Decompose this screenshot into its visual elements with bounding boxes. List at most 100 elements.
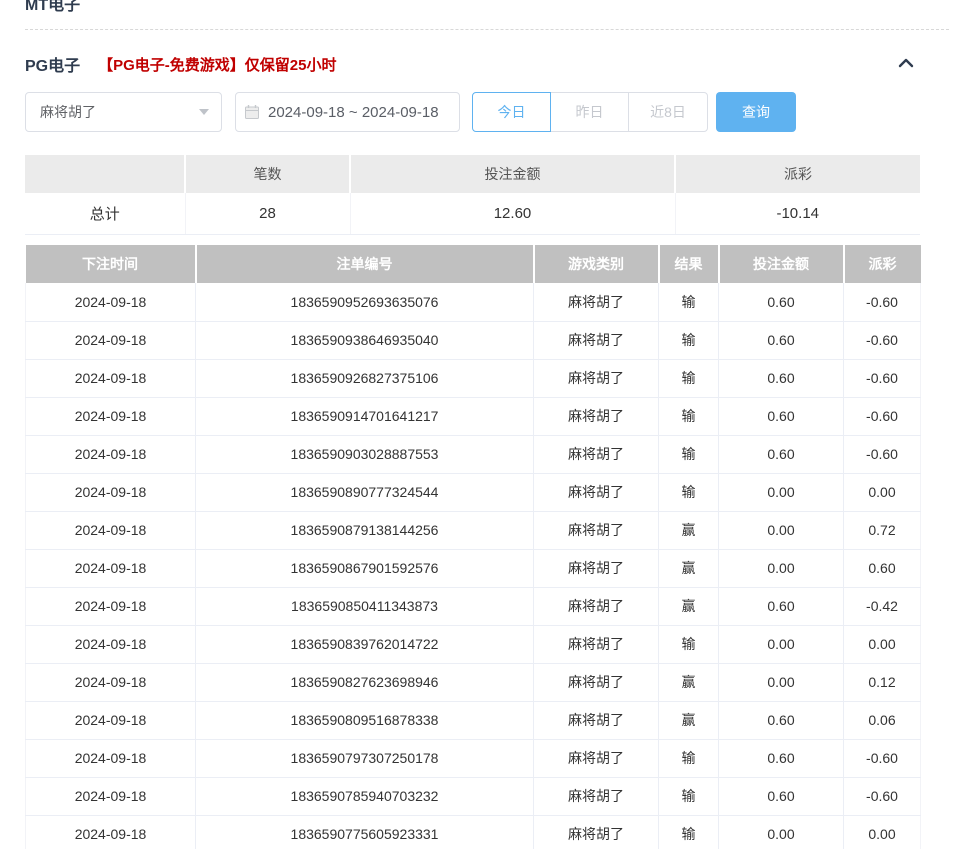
cell-bet-time: 2024-09-18 [26,701,196,739]
cell-payout: -0.42 [844,587,921,625]
cell-bet-amount: 0.60 [719,397,844,435]
cell-result: 输 [659,739,719,777]
yesterday-button[interactable]: 昨日 [550,92,629,132]
cell-order-id: 1836590879138144256 [196,511,534,549]
cell-result: 赢 [659,511,719,549]
records-header-bet-amount: 投注金额 [719,245,844,283]
cell-bet-time: 2024-09-18 [26,739,196,777]
cell-result: 输 [659,435,719,473]
section-header: PG电子 【PG电子-免费游戏】仅保留25小时 [25,52,336,76]
section-notice: 【PG电子-免费游戏】仅保留25小时 [98,54,336,75]
cell-order-id: 1836590785940703232 [196,777,534,815]
cell-bet-time: 2024-09-18 [26,511,196,549]
table-row: 2024-09-181836590879138144256麻将胡了赢0.000.… [26,511,921,549]
cell-result: 赢 [659,587,719,625]
cell-result: 输 [659,777,719,815]
cell-game-type: 麻将胡了 [534,739,659,777]
cell-order-id: 1836590914701641217 [196,397,534,435]
table-row: 2024-09-181836590938646935040麻将胡了输0.60-0… [26,321,921,359]
cell-game-type: 麻将胡了 [534,283,659,321]
table-row: 2024-09-181836590775605923331麻将胡了输0.000.… [26,815,921,849]
cell-game-type: 麻将胡了 [534,435,659,473]
cell-payout: 0.60 [844,549,921,587]
cell-game-type: 麻将胡了 [534,701,659,739]
table-row: 2024-09-181836590785940703232麻将胡了输0.60-0… [26,777,921,815]
cell-game-type: 麻将胡了 [534,359,659,397]
summary-table: 笔数 投注金额 派彩 总计 28 12.60 -10.14 [25,155,920,235]
cell-result: 输 [659,397,719,435]
cell-bet-amount: 0.60 [719,701,844,739]
cell-result: 输 [659,359,719,397]
cell-order-id: 1836590850411343873 [196,587,534,625]
summary-total-row: 总计 28 12.60 -10.14 [25,193,920,234]
previous-section-title: MT电子 [25,0,80,15]
summary-total-payout: -10.14 [675,193,920,234]
cell-order-id: 1836590809516878338 [196,701,534,739]
cell-bet-time: 2024-09-18 [26,587,196,625]
last-8-days-button[interactable]: 近8日 [628,92,708,132]
search-button[interactable]: 查询 [716,92,796,132]
cell-result: 赢 [659,663,719,701]
summary-header-row: 笔数 投注金额 派彩 [25,155,920,193]
cell-bet-amount: 0.60 [719,435,844,473]
cell-order-id: 1836590938646935040 [196,321,534,359]
calendar-icon [244,104,260,120]
cell-bet-amount: 0.60 [719,777,844,815]
cell-bet-amount: 0.00 [719,511,844,549]
summary-header-empty [25,155,185,193]
summary-header-count: 笔数 [185,155,350,193]
date-quick-buttons: 今日 昨日 近8日 [472,92,708,132]
cell-game-type: 麻将胡了 [534,587,659,625]
records-header-row: 下注时间 注单编号 游戏类别 结果 投注金额 派彩 [26,245,921,283]
cell-game-type: 麻将胡了 [534,397,659,435]
cell-order-id: 1836590839762014722 [196,625,534,663]
table-row: 2024-09-181836590926827375106麻将胡了输0.60-0… [26,359,921,397]
summary-total-label: 总计 [25,193,185,234]
cell-bet-amount: 0.60 [719,283,844,321]
today-button[interactable]: 今日 [472,92,551,132]
cell-order-id: 1836590827623698946 [196,663,534,701]
cell-game-type: 麻将胡了 [534,625,659,663]
cell-bet-time: 2024-09-18 [26,625,196,663]
cell-payout: -0.60 [844,777,921,815]
cell-game-type: 麻将胡了 [534,663,659,701]
cell-game-type: 麻将胡了 [534,473,659,511]
cell-payout: -0.60 [844,739,921,777]
page: MT电子 PG电子 【PG电子-免费游戏】仅保留25小时 麻将胡了 [0,0,969,849]
cell-order-id: 1836590797307250178 [196,739,534,777]
section-divider [25,29,949,30]
cell-order-id: 1836590903028887553 [196,435,534,473]
cell-order-id: 1836590926827375106 [196,359,534,397]
chevron-down-icon [199,109,209,115]
table-row: 2024-09-181836590890777324544麻将胡了输0.000.… [26,473,921,511]
cell-bet-time: 2024-09-18 [26,435,196,473]
date-range-input[interactable]: 2024-09-18 ~ 2024-09-18 [235,92,460,132]
records-header-game-type: 游戏类别 [534,245,659,283]
collapse-section-button[interactable] [895,52,917,74]
cell-payout: -0.60 [844,397,921,435]
cell-bet-time: 2024-09-18 [26,283,196,321]
cell-payout: 0.72 [844,511,921,549]
table-row: 2024-09-181836590850411343873麻将胡了赢0.60-0… [26,587,921,625]
cell-result: 输 [659,473,719,511]
records-header-result: 结果 [659,245,719,283]
section-title: PG电子 [25,52,80,76]
cell-bet-amount: 0.60 [719,587,844,625]
cell-result: 赢 [659,701,719,739]
cell-payout: 0.00 [844,473,921,511]
cell-bet-time: 2024-09-18 [26,397,196,435]
cell-bet-amount: 0.00 [719,625,844,663]
cell-order-id: 1836590952693635076 [196,283,534,321]
cell-result: 输 [659,625,719,663]
date-range-value: 2024-09-18 ~ 2024-09-18 [268,104,439,121]
game-select[interactable]: 麻将胡了 [25,92,222,132]
cell-bet-time: 2024-09-18 [26,815,196,849]
cell-payout: 0.00 [844,815,921,849]
table-row: 2024-09-181836590914701641217麻将胡了输0.60-0… [26,397,921,435]
cell-bet-time: 2024-09-18 [26,359,196,397]
table-row: 2024-09-181836590839762014722麻将胡了输0.000.… [26,625,921,663]
cell-bet-amount: 0.60 [719,359,844,397]
cell-bet-time: 2024-09-18 [26,777,196,815]
cell-bet-time: 2024-09-18 [26,473,196,511]
records-header-order-id: 注单编号 [196,245,534,283]
